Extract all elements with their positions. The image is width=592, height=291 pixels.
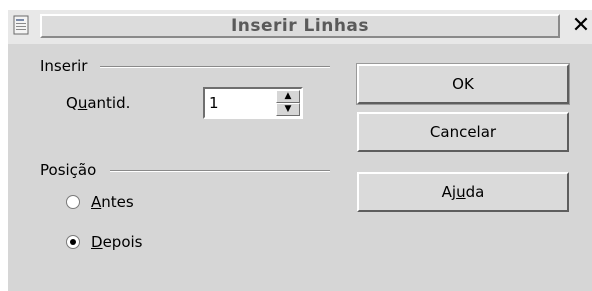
radio-after-indicator[interactable]	[66, 235, 80, 249]
insert-group-label: Inserir	[40, 57, 94, 75]
title-bar-bevel: Inserir Linhas	[40, 14, 560, 38]
radio-after[interactable]: Depois	[66, 232, 142, 252]
cancel-button[interactable]: Cancelar	[357, 112, 569, 152]
radio-before[interactable]: Antes	[66, 192, 134, 212]
quantity-label: Quantid.	[66, 94, 131, 112]
close-button[interactable]: ✕	[570, 14, 592, 38]
dialog-title: Inserir Linhas	[230, 16, 370, 36]
radio-after-label: Depois	[91, 233, 143, 251]
quantity-stepper: ▲ ▼	[203, 87, 303, 119]
position-group-label: Posição	[40, 161, 103, 179]
insert-group-separator	[100, 66, 330, 68]
quantity-input[interactable]	[207, 91, 277, 115]
radio-before-indicator[interactable]	[66, 195, 80, 209]
spin-up-button[interactable]: ▲	[276, 90, 300, 103]
spin-down-button[interactable]: ▼	[276, 103, 300, 116]
radio-before-label: Antes	[91, 193, 134, 211]
ok-button[interactable]: OK	[356, 63, 570, 105]
help-button[interactable]: Ajuda	[357, 172, 569, 212]
position-group-separator	[110, 170, 330, 172]
document-icon	[13, 15, 29, 35]
